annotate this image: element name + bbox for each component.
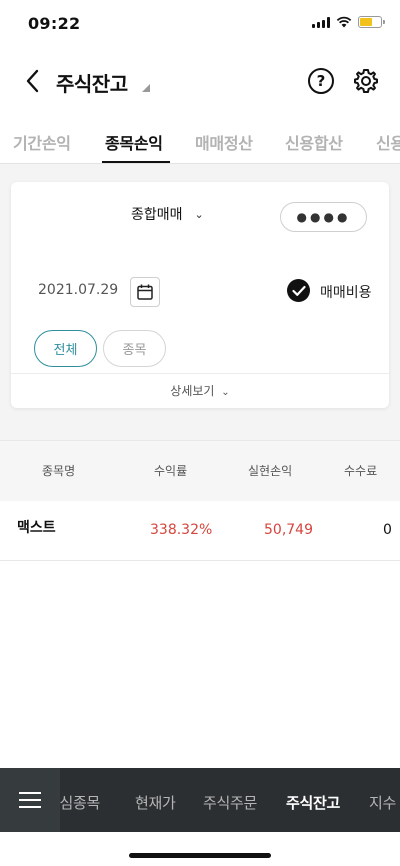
tab-period-pnl[interactable]: 기간손익 [13, 130, 71, 154]
account-select[interactable]: 종합매매 ⌄ [131, 204, 204, 224]
nav-index[interactable]: 지수 [369, 792, 396, 813]
date-value[interactable]: 2021.07.29 [38, 282, 118, 298]
filter-stock-button[interactable]: 종목 [103, 330, 166, 367]
status-time: 09:22 [28, 14, 81, 33]
column-header-pnl: 실현손익 [248, 464, 293, 478]
tab-trade-settlement[interactable]: 매매정산 [195, 130, 253, 154]
nav-stock-order[interactable]: 주식주문 [203, 792, 257, 813]
tab-credit-sum[interactable]: 신용합산 [285, 130, 343, 154]
realized-pnl: 50,749 [264, 522, 313, 538]
check-icon [291, 285, 306, 296]
tab-bar: 기간손익 종목손익 매매정산 신용합산 신용 [0, 122, 400, 164]
card-divider [11, 373, 389, 374]
battery-icon [358, 16, 385, 28]
menu-button[interactable] [0, 768, 60, 832]
filter-card: 종합매매 ⌄ ●●●● 2021.07.29 매매비용 전체 종목 상세보기 ⌄ [11, 182, 389, 408]
status-bar: 09:22 [0, 0, 400, 44]
question-icon: ? [316, 72, 326, 90]
hamburger-icon-line [19, 799, 41, 801]
table-row[interactable]: 맥스트 338.32% 50,749 0 [0, 501, 400, 561]
settings-button[interactable] [352, 67, 380, 95]
password-field[interactable]: ●●●● [280, 202, 367, 232]
wifi-icon [336, 16, 352, 28]
calendar-icon [137, 284, 153, 300]
column-header-return: 수익률 [154, 464, 188, 478]
fee-checkbox-label[interactable]: 매매비용 [320, 282, 372, 302]
page-title[interactable]: 주식잔고 [56, 68, 128, 97]
account-type-label: 종합매매 [131, 207, 183, 223]
status-icons [312, 16, 385, 28]
title-dropdown-indicator [142, 84, 150, 92]
tab-stock-pnl[interactable]: 종목손익 [105, 130, 163, 154]
chevron-down-icon: ⌄ [194, 207, 204, 221]
detail-toggle-label: 상세보기 [170, 384, 215, 398]
return-rate: 338.32% [150, 522, 213, 538]
chevron-down-icon: ⌄ [221, 387, 230, 398]
gear-icon [354, 69, 378, 93]
date-picker-button[interactable] [130, 277, 160, 307]
filter-all-button[interactable]: 전체 [34, 330, 97, 367]
tab-credit[interactable]: 신용 [376, 130, 400, 154]
column-header-fee: 수수료 [344, 464, 378, 478]
nav-stock-balance[interactable]: 주식잔고 [286, 792, 340, 813]
column-header-name: 종목명 [42, 464, 76, 478]
hamburger-icon-line [19, 806, 41, 808]
back-button[interactable] [18, 66, 46, 96]
hamburger-icon [19, 792, 41, 794]
bottom-nav: 관심종목 현재가 주식주문 주식잔고 지수 [0, 768, 400, 832]
detail-toggle-button[interactable]: 상세보기 ⌄ [11, 382, 389, 399]
fee-checkbox[interactable] [287, 279, 310, 302]
app-header: 주식잔고 ? [0, 56, 400, 106]
help-button[interactable]: ? [308, 68, 334, 94]
chevron-left-icon [26, 69, 39, 93]
fee-value: 0 [383, 522, 392, 538]
nav-current-price[interactable]: 현재가 [135, 792, 176, 813]
home-indicator [129, 853, 271, 858]
table-header: 종목명 수익률 실현손익 수수료 [0, 440, 400, 501]
cellular-signal-icon [312, 16, 330, 28]
stock-name: 맥스트 [17, 520, 56, 536]
filter-section: 종합매매 ⌄ ●●●● 2021.07.29 매매비용 전체 종목 상세보기 ⌄ [0, 164, 400, 440]
